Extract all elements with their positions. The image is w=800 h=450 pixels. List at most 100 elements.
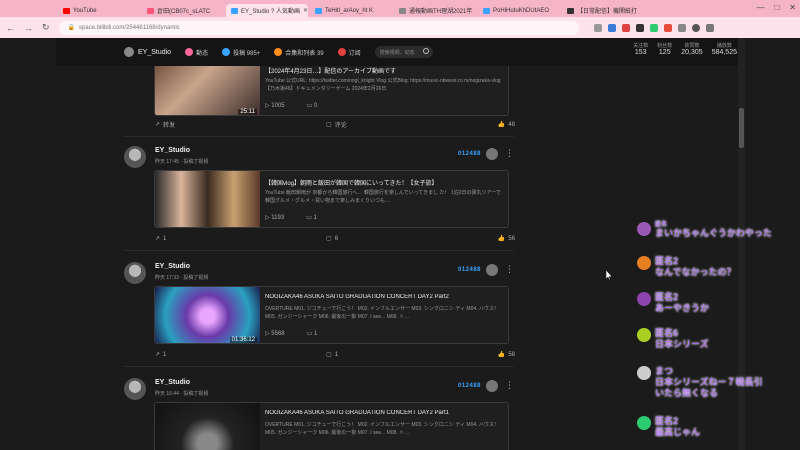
comment-button[interactable]: ▢ 评论 [326,120,347,129]
chat-avatar [637,222,651,236]
stat-likes: 获赞数 20,305 [681,43,703,56]
views-count: ▷ 1005 [265,103,285,109]
thumbs-up-icon: 👍 [497,122,506,128]
menu-icon[interactable] [705,23,714,32]
author-name[interactable]: EY_Studio [155,263,190,270]
video-card[interactable]: NOGIZAKA46 ASUKA SAITO GRADUATION CONCER… [154,402,509,450]
browser-tab[interactable]: 通報動画TH理湖2021年 [394,4,476,17]
search-input[interactable]: 搜索视频、动态 [374,46,433,58]
author-name[interactable]: EY_Studio [155,147,190,154]
forward-arrow-icon[interactable]: → [24,23,33,33]
extension-icon[interactable] [635,23,644,32]
profile-icon[interactable] [691,23,700,32]
url-field[interactable]: 🔒 space.bilibili.com/254461168/dynamic [58,20,579,35]
search-icon[interactable] [422,48,429,54]
share-icon[interactable] [593,23,602,32]
nav-collections[interactable]: 合集和列表 39 [274,48,324,57]
bilibili-favicon-icon [231,7,238,14]
post-author-row: EY_Studio 昨天 17:45 · 投稿了视频 012488 ⋮ [124,146,514,170]
thumbs-up-icon: 👍 [497,236,506,242]
badge-avatar-icon [486,264,498,276]
avatar[interactable] [124,378,146,400]
extension-icon[interactable] [649,23,658,32]
more-options-icon[interactable]: ⋮ [505,380,514,391]
like-button[interactable]: 👍 56 [497,235,515,243]
stat-plays: 播放数 584,525 [711,43,737,56]
user-logo[interactable]: EY_Studio [124,47,171,57]
browser-tab[interactable]: 【日常配信】機関紙打 [562,4,644,17]
browser-tab[interactable]: PoHiHutuKhDUtAEO [478,4,560,17]
star-icon[interactable] [607,23,616,32]
fan-badge: 012488 [458,383,482,389]
share-button[interactable]: ↗ 转发 [155,120,175,129]
close-tab-icon[interactable]: ✕ [303,7,308,14]
chat-message: 匿名2 最高じゃん [637,416,700,438]
like-button[interactable]: 👍 58 [497,351,515,359]
more-options-icon[interactable]: ⋮ [505,264,514,275]
divider [124,366,514,367]
window-controls: — □ ✕ [756,3,796,12]
browser-tab[interactable]: 倉田(CB07c_sLATC [142,4,224,17]
avatar[interactable] [124,262,146,284]
browser-tab[interactable]: TeHitl_arAoy_ht K [310,4,392,17]
scrollbar-thumb[interactable] [739,108,744,148]
video-thumbnail[interactable] [155,171,260,227]
nav-uploads[interactable]: 投稿 985+ [222,48,260,57]
stat-followers[interactable]: 粉丝数 125 [657,42,672,56]
chat-avatar [637,416,651,430]
site-favicon-icon [567,7,574,14]
browser-tab-active[interactable]: EY_Studio ? 人気動画 ✕ [226,4,308,17]
video-title[interactable]: NOGIZAKA46 ASUKA SAITO GRADUATION CONCER… [265,294,505,300]
reload-icon[interactable]: ↻ [42,22,50,33]
video-card[interactable]: 01:36:12 NOGIZAKA46 ASUKA SAITO GRADUATI… [154,286,509,344]
comment-button[interactable]: ▢ 6 [326,235,338,243]
chat-message: 匿名2 なんでなかったの？ [637,256,736,278]
chat-avatar [637,366,651,380]
danmaku-count: ▭ 1 [306,215,317,221]
comment-button[interactable]: ▢ 1 [326,351,338,359]
browser-tab[interactable]: YouTube [58,4,140,17]
video-description: OVERTURE M01. ジコチューで行こう！ M02. インフルエンサー M… [265,306,499,320]
post-author-row: EY_Studio 昨天 17:33 · 投稿了视频 012488 ⋮ [124,262,514,286]
maximize-button[interactable]: □ [774,3,779,12]
video-stats: ▷ 1193 ▭ 1 [265,214,317,221]
youtube-favicon-icon [63,7,70,14]
extension-icon[interactable] [677,23,686,32]
video-card[interactable]: 25:11 【2024年4月23日…】配信のアーカイブ動画です YouTube … [154,58,509,116]
back-arrow-icon[interactable]: ← [6,23,15,33]
extension-icon[interactable] [663,23,672,32]
divider [124,136,514,137]
video-title[interactable]: 【韓国vlog】朝雨と飯田が韓国で韓国にいってきた！【女子旅】 [265,178,505,187]
share-button[interactable]: ↗ 1 [155,351,166,359]
danmaku-count: ▭ 1 [306,331,318,337]
video-title[interactable]: 【2024年4月23日…】配信のアーカイブ動画です [265,66,505,75]
nav-subscriptions[interactable]: 订阅 [337,48,361,57]
video-title[interactable]: NOGIZAKA46 ASUKA SAITO GRADUATION CONCER… [265,410,505,416]
avatar[interactable] [124,146,146,168]
dynamic-icon [185,48,194,56]
share-button[interactable]: ↗ 1 [155,235,166,243]
feed-post: EY_Studio 昨天 16:44 · 投稿了视频 012488 ⋮ NOGI… [124,378,514,450]
video-thumbnail[interactable]: 25:11 [155,59,260,115]
thumbs-up-icon: 👍 [497,352,506,358]
video-thumbnail[interactable] [155,403,260,450]
like-button[interactable]: 👍 48 [498,120,515,129]
more-options-icon[interactable]: ⋮ [505,148,514,159]
post-time: 昨天 17:45 · 投稿了视频 [155,159,209,165]
close-window-button[interactable]: ✕ [789,3,796,12]
video-card[interactable]: 【韓国vlog】朝雨と飯田が韓国で韓国にいってきた！【女子旅】 YouTube … [154,170,509,228]
extension-icon[interactable] [621,23,630,32]
video-thumbnail[interactable]: 01:36:12 [155,287,260,343]
twitter-favicon-icon [315,7,322,14]
badge-avatar-icon [486,380,498,392]
minimize-button[interactable]: — [756,3,764,12]
author-name[interactable]: EY_Studio [155,379,190,386]
nav-dynamic[interactable]: 動态 [185,48,208,57]
video-icon [222,48,231,56]
views-count: ▷ 5568 [265,331,285,337]
share-icon: ↗ [155,352,161,358]
danmaku-count: ▭ 0 [306,103,318,109]
stat-following[interactable]: 关注数 153 [633,42,648,56]
divider [124,250,514,251]
address-bar-row: ← → ↻ 🔒 space.bilibili.com/254461168/dyna… [0,17,800,38]
